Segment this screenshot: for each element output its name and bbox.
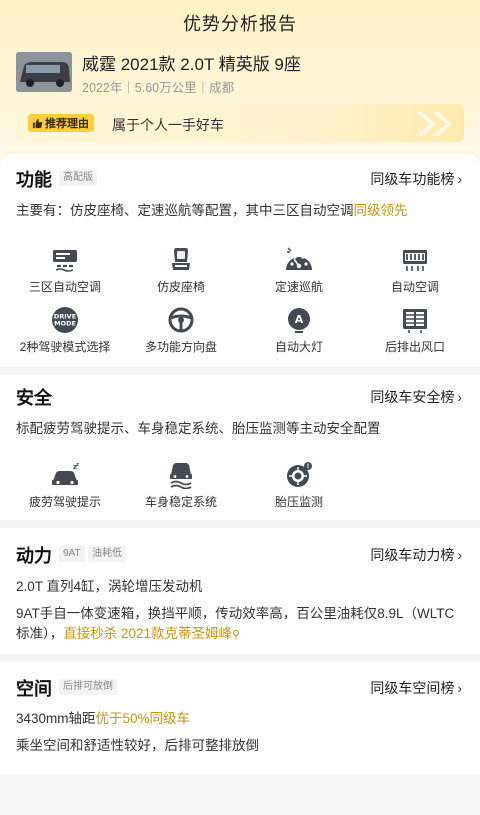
safety-rank-label: 同级车安全榜	[370, 389, 455, 405]
chevron-right-icon: ›	[457, 547, 462, 563]
feature-drive-mode[interactable]: DRIVE MODE 2种驾驶模式选择	[10, 306, 120, 355]
page-title: 优势分析报告	[183, 14, 297, 34]
feature-label: 三区自动空调	[28, 280, 101, 294]
feature-label: 仿皮座椅	[156, 280, 205, 294]
feature-label: 车身稳定系统	[144, 495, 217, 509]
space-wheelbase-highlight: 优于50%同级车	[95, 711, 191, 726]
seat-icon	[172, 248, 190, 270]
steering-wheel-icon	[168, 307, 194, 333]
space-tag: 后排可放倒	[59, 679, 117, 695]
cruise-icon	[286, 247, 312, 270]
feature-fatigue-alert[interactable]: z z 疲劳驾驶提示	[10, 461, 120, 510]
chevron-right-icon: ›	[457, 171, 462, 187]
power-rank-label: 同级车动力榜	[370, 547, 455, 563]
feature-tire-pressure[interactable]: ! 胎压监测	[244, 461, 354, 510]
feature-label: 胎压监测	[274, 495, 323, 509]
section-divider	[0, 367, 480, 375]
function-title: 功能	[16, 170, 52, 190]
feature-label: 多功能方向盘	[144, 340, 217, 354]
function-desc-highlight: 同级领先	[353, 203, 408, 218]
feature-cruise-control[interactable]: 定速巡航	[244, 246, 354, 295]
power-compare-link[interactable]: 直接秒杀 2021款克蒂圣姆峰	[63, 626, 232, 641]
feature-rear-vent[interactable]: 后排出风口	[360, 306, 470, 355]
space-wheelbase-text: 3430mm轴距优于50%同级车	[16, 708, 190, 730]
safety-rank-link[interactable]: 同级车安全榜 ›	[370, 387, 462, 407]
report-page: 优势分析报告 威霆 2021款 2.0T 精英版 9座 2022年｜5.60万公…	[0, 0, 480, 815]
feature-auto-headlight[interactable]: A 自动大灯	[244, 306, 354, 355]
tire-pressure-icon: !	[287, 462, 312, 487]
recommend-reason-tag-label: 推荐理由	[45, 118, 89, 130]
chevron-right-icon: ›	[457, 680, 462, 696]
power-transmission-text-cont: 标准），直接秒杀 2021款克蒂圣姆峰⚲	[16, 623, 240, 646]
feature-auto-ac[interactable]: 自动空调	[360, 246, 470, 295]
power-engine-text: 2.0T 直列4缸，涡轮增压发动机	[16, 579, 203, 594]
power-tag-9at: 9AT	[59, 546, 85, 562]
recommend-reason-bar: 推荐理由 属于个人一手好车	[16, 104, 464, 142]
space-wheelbase: 3430mm轴距	[16, 711, 96, 726]
auto-light-icon: A	[288, 308, 310, 333]
chevron-right-icon: ›	[457, 389, 462, 405]
recommend-reason-text: 属于个人一手好车	[112, 117, 224, 133]
safety-title: 安全	[16, 388, 52, 408]
svg-text:MODE: MODE	[54, 320, 76, 328]
thumbs-up-icon	[32, 118, 43, 128]
car-thumbnail[interactable]	[16, 52, 72, 92]
svg-text:z: z	[76, 462, 79, 468]
car-meta: 2022年｜5.60万公里｜成都	[82, 81, 235, 95]
space-comfort-text: 乘坐空间和舒适性较好，后排可整排放倒	[16, 738, 259, 753]
space-rank-label: 同级车空间榜	[370, 680, 455, 696]
feature-label: 疲劳驾驶提示	[28, 495, 101, 509]
esp-icon	[170, 463, 192, 489]
section-divider	[0, 520, 480, 528]
safety-description: 标配疲劳驾驶提示、车身稳定系统、胎压监测等主动安全配置	[16, 421, 381, 436]
double-chevron-icon	[416, 112, 452, 136]
feature-esp[interactable]: 车身稳定系统	[126, 461, 236, 510]
feature-label: 定速巡航	[274, 280, 323, 294]
space-rank-link[interactable]: 同级车空间榜 ›	[370, 678, 462, 698]
feature-label: 自动大灯	[274, 340, 323, 354]
climate-icon	[53, 250, 77, 272]
function-desc-text: 主要有：仿皮座椅、定速巡航等配置，其中三区自动空调	[16, 203, 354, 218]
feature-label: 2种驾驶模式选择	[19, 340, 111, 354]
function-tag: 高配版	[59, 170, 97, 186]
car-title: 威霆 2021款 2.0T 精英版 9座	[82, 55, 301, 74]
power-text-tail: 标准），	[16, 626, 64, 641]
page-bottom	[0, 775, 480, 815]
search-icon: ⚲	[232, 629, 241, 641]
rear-vent-icon	[403, 309, 427, 333]
power-rank-link[interactable]: 同级车动力榜 ›	[370, 545, 462, 565]
power-tag-fuel: 油耗低	[88, 546, 126, 562]
space-title: 空间	[16, 679, 52, 699]
function-rank-label: 同级车功能榜	[370, 171, 455, 187]
feature-multifunction-wheel[interactable]: 多功能方向盘	[126, 306, 236, 355]
drive-mode-icon: DRIVE MODE	[52, 307, 78, 333]
feature-three-zone-climate[interactable]: 三区自动空调	[10, 246, 120, 295]
power-title: 动力	[16, 546, 52, 566]
feature-label: 自动空调	[390, 280, 439, 294]
power-transmission-text: 9AT手自一体变速箱，换挡平顺，传动效率高，百公里油耗仅8.9L（WLTC	[16, 606, 455, 621]
feature-leather-seat[interactable]: 仿皮座椅	[126, 246, 236, 295]
fatigue-icon: z z	[52, 462, 79, 485]
section-divider	[0, 654, 480, 662]
svg-text:A: A	[295, 313, 304, 326]
feature-label: 后排出风口	[384, 340, 445, 354]
ac-icon	[403, 250, 427, 271]
svg-text:!: !	[307, 463, 310, 470]
function-rank-link[interactable]: 同级车功能榜 ›	[370, 169, 462, 189]
recommend-reason-tag: 推荐理由	[28, 114, 94, 132]
function-description: 主要有：仿皮座椅、定速巡航等配置，其中三区自动空调同级领先	[16, 200, 408, 222]
